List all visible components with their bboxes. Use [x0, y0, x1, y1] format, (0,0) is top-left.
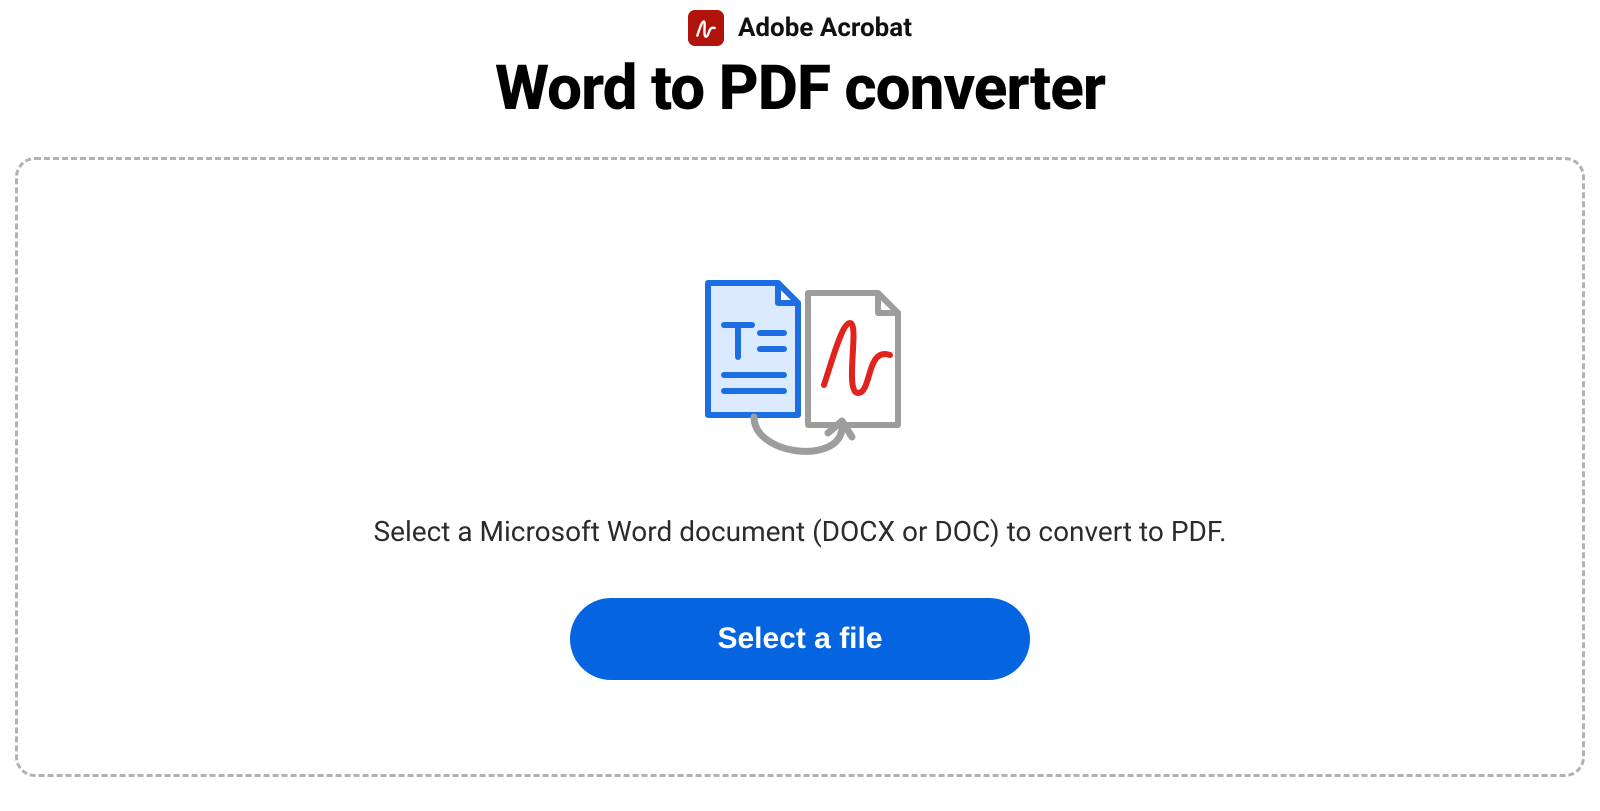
page-title: Word to PDF converter — [0, 52, 1600, 125]
acrobat-logo-icon — [688, 10, 724, 46]
app-name: Adobe Acrobat — [738, 13, 912, 43]
instruction-text: Select a Microsoft Word document (DOCX o… — [373, 515, 1226, 548]
file-dropzone[interactable]: Select a Microsoft Word document (DOCX o… — [15, 157, 1585, 777]
header: Adobe Acrobat — [0, 0, 1600, 46]
word-to-pdf-illustration-icon — [690, 275, 910, 475]
select-file-button[interactable]: Select a file — [570, 598, 1030, 680]
